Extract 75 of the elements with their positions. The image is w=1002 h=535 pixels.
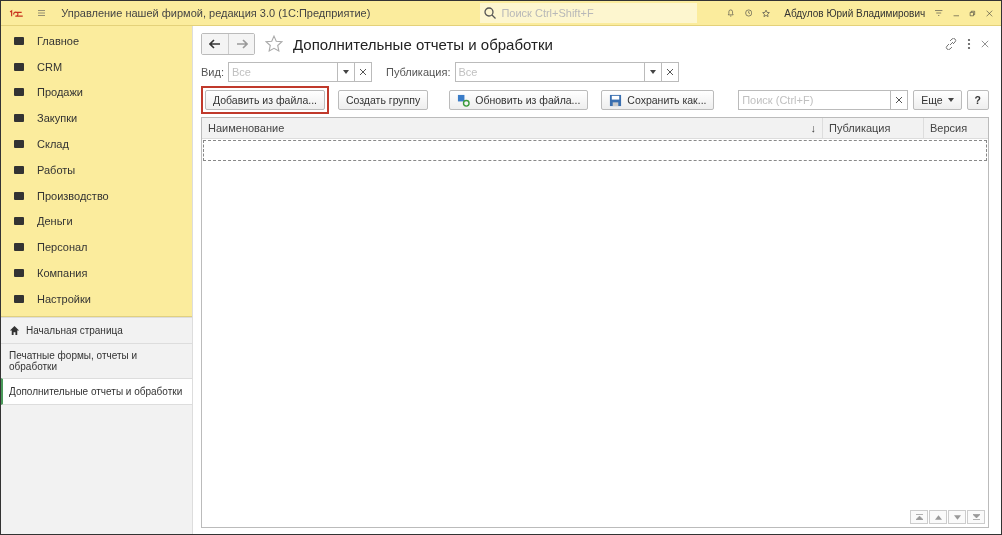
- menu-icon[interactable]: [37, 8, 46, 18]
- dropdown-icon[interactable]: [342, 70, 349, 74]
- global-search-field[interactable]: Поиск Ctrl+Shift+F: [480, 3, 698, 23]
- section-item[interactable]: Закупки: [1, 105, 192, 132]
- table-row[interactable]: [203, 140, 987, 161]
- filter-field[interactable]: Все: [454, 62, 645, 82]
- section-icon: [13, 241, 25, 254]
- more-icon[interactable]: [967, 38, 971, 50]
- up-button[interactable]: [929, 510, 947, 524]
- section-icon: [13, 112, 25, 125]
- scroll-bottom-icon: [972, 514, 980, 520]
- column-header[interactable]: Версия: [924, 118, 988, 138]
- down-button[interactable]: [948, 510, 966, 524]
- section-icon: [13, 215, 25, 228]
- open-page-item[interactable]: Дополнительные отчеты и обработки: [1, 377, 192, 405]
- user-name[interactable]: Абдулов Юрий Владимирович: [784, 7, 926, 19]
- open-page-item[interactable]: Печатные формы, отчеты и обработки: [1, 342, 192, 378]
- toolbar-button[interactable]: Создать группу: [338, 90, 429, 110]
- form-title: Дополнительные отчеты и обработки: [293, 35, 553, 53]
- section-icon: [13, 60, 25, 73]
- search-input[interactable]: Поиск Ctrl+Shift+F: [499, 6, 694, 20]
- section-icon: [13, 292, 25, 305]
- toolbar-button[interactable]: Сохранить как...: [601, 90, 715, 110]
- clear-icon[interactable]: [666, 69, 673, 75]
- right-arrow-icon: [235, 39, 248, 49]
- clear-icon[interactable]: [896, 97, 903, 103]
- section-icon: [13, 86, 25, 99]
- section-icon: [13, 163, 25, 176]
- home-icon: [9, 324, 20, 336]
- help-button[interactable]: ?: [966, 90, 989, 110]
- section-item[interactable]: CRM: [1, 53, 192, 80]
- left-arrow-icon: [209, 39, 221, 49]
- section-item[interactable]: Продажи: [1, 79, 192, 106]
- section-icon: [13, 267, 25, 280]
- filter-label: Вид:: [201, 66, 224, 78]
- section-icon: [13, 34, 25, 47]
- caret-icon: [947, 98, 954, 102]
- section-item[interactable]: Персонал: [1, 234, 192, 261]
- filter-label: Публикация:: [385, 66, 451, 78]
- toolbar-button[interactable]: Добавить из файла...: [205, 90, 325, 110]
- section-item[interactable]: Настройки: [1, 285, 192, 312]
- section-item[interactable]: Главное: [1, 28, 192, 54]
- first-button[interactable]: [910, 510, 928, 524]
- section-item[interactable]: Производство: [1, 182, 192, 209]
- column-header[interactable]: Наименование ↓: [202, 118, 823, 138]
- history-icon[interactable]: [744, 7, 753, 19]
- last-button[interactable]: [967, 510, 985, 524]
- down-triangle-icon: [953, 514, 961, 520]
- filter-field[interactable]: Все: [227, 62, 338, 82]
- section-icon: [13, 189, 25, 202]
- window-title: Управление нашей фирмой, редакция 3.0 (1С:Предприятие): [61, 7, 371, 19]
- section-item[interactable]: Склад: [1, 131, 192, 157]
- column-header[interactable]: Публикация: [823, 118, 924, 138]
- dropdown-icon[interactable]: [649, 70, 656, 74]
- search-field[interactable]: Поиск (Ctrl+F): [738, 90, 892, 110]
- more-button[interactable]: Еще: [913, 90, 962, 110]
- bell-icon[interactable]: [727, 7, 735, 19]
- scroll-top-icon: [915, 514, 923, 520]
- up-triangle-icon: [934, 514, 942, 520]
- menu-icon[interactable]: [935, 8, 943, 18]
- link-icon[interactable]: [945, 38, 957, 50]
- section-item[interactable]: Работы: [1, 157, 192, 183]
- refresh-icon: [457, 93, 471, 107]
- close-icon[interactable]: [981, 40, 989, 48]
- search-icon: [484, 7, 497, 19]
- logo-icon: [9, 7, 24, 19]
- toolbar-button[interactable]: Обновить из файла...: [449, 90, 589, 110]
- section-item[interactable]: Деньги: [1, 208, 192, 235]
- section-icon: [13, 138, 25, 151]
- clear-icon[interactable]: [359, 69, 366, 75]
- back-button[interactable]: [202, 34, 228, 54]
- open-page-item[interactable]: Начальная страница: [1, 316, 192, 343]
- section-item[interactable]: Компания: [1, 260, 192, 286]
- close-icon[interactable]: [986, 7, 993, 19]
- star-icon[interactable]: [265, 35, 283, 53]
